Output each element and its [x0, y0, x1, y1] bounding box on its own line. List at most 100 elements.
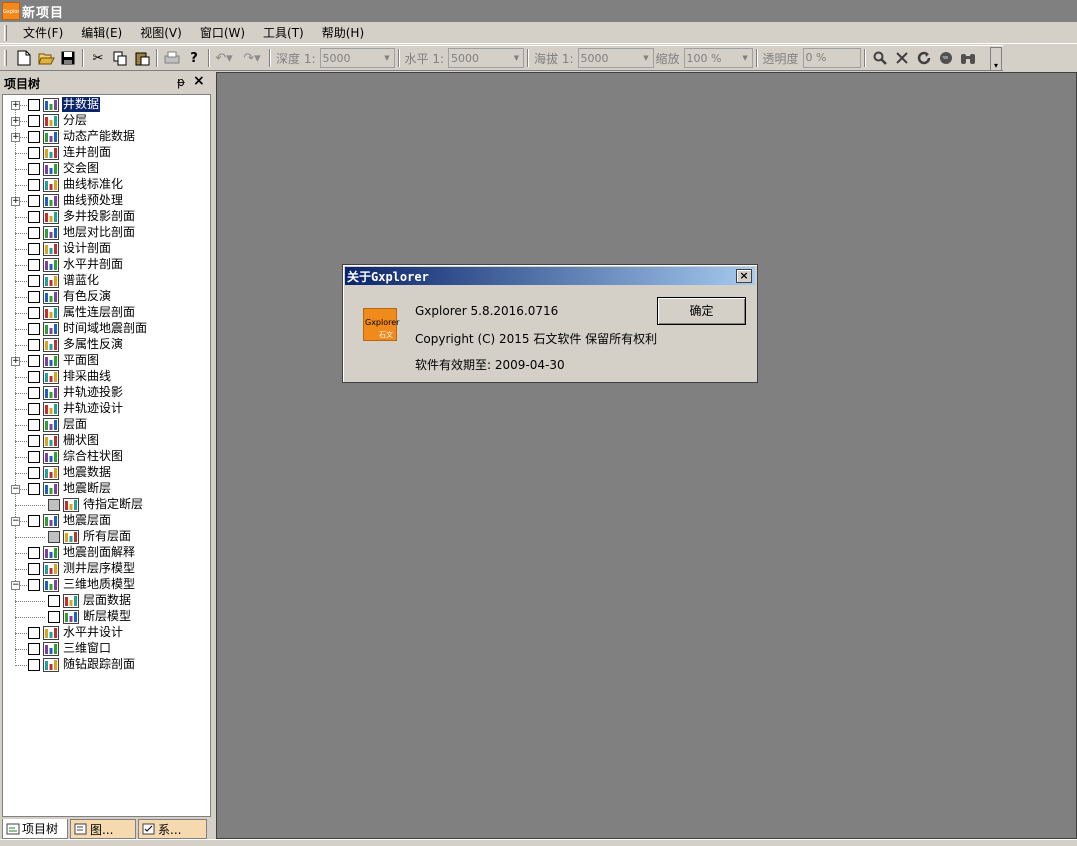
redo-icon[interactable]: ↷▾ [241, 47, 263, 69]
tree-checkbox[interactable] [28, 243, 40, 255]
menu-window[interactable]: 窗口(W) [190, 23, 253, 43]
tab-system[interactable]: 系... [138, 819, 207, 839]
tree-node[interactable]: 排采曲线 [3, 369, 208, 385]
tree-node[interactable]: 地层对比剖面 [3, 225, 208, 241]
tree-checkbox[interactable] [28, 467, 40, 479]
tree-checkbox[interactable] [28, 275, 40, 287]
tree-checkbox[interactable] [28, 115, 40, 127]
tree-checkbox[interactable] [28, 371, 40, 383]
tree-node[interactable]: 地震剖面解释 [3, 545, 208, 561]
tree-node[interactable]: + 动态产能数据 [3, 129, 208, 145]
tree-node[interactable]: + 井数据 [3, 97, 208, 113]
tab-graphs[interactable]: 图... [70, 819, 136, 839]
tree-checkbox[interactable] [48, 499, 60, 511]
tree-node[interactable]: 曲线标准化 [3, 177, 208, 193]
tree-node[interactable]: − 三维地质模型 [3, 577, 208, 593]
tree-node[interactable]: 断层模型 [3, 609, 208, 625]
tree-node[interactable]: 综合柱状图 [3, 449, 208, 465]
tree-checkbox[interactable] [48, 595, 60, 607]
globe-icon[interactable] [935, 47, 957, 69]
close-icon[interactable]: × [736, 269, 752, 283]
tree-node[interactable]: 三维窗口 [3, 641, 208, 657]
tree-node[interactable]: 谱蓝化 [3, 273, 208, 289]
paste-icon[interactable] [131, 47, 153, 69]
new-file-icon[interactable] [13, 47, 35, 69]
tree-checkbox[interactable] [28, 99, 40, 111]
tree-node[interactable]: 设计剖面 [3, 241, 208, 257]
tree-checkbox[interactable] [28, 339, 40, 351]
tree-node[interactable]: − 地震层面 [3, 513, 208, 529]
menu-view[interactable]: 视图(V) [130, 23, 190, 43]
tree-checkbox[interactable] [28, 195, 40, 207]
menu-file[interactable]: 文件(F) [13, 23, 71, 43]
tree-checkbox[interactable] [28, 227, 40, 239]
tree-node[interactable]: 时间域地震剖面 [3, 321, 208, 337]
cut-icon[interactable]: ✂ [87, 47, 109, 69]
tree-node[interactable]: − 地震断层 [3, 481, 208, 497]
tab-project-tree[interactable]: 项目树 [2, 819, 68, 839]
copy-icon[interactable] [109, 47, 131, 69]
tree-node[interactable]: 多属性反演 [3, 337, 208, 353]
expand-icon[interactable]: + [11, 197, 20, 206]
tree-node[interactable]: 水平井设计 [3, 625, 208, 641]
chevron-down-icon[interactable]: ▼ [739, 49, 752, 67]
tree-checkbox[interactable] [28, 563, 40, 575]
expand-icon[interactable]: + [11, 101, 20, 110]
tree-node[interactable]: 多井投影剖面 [3, 209, 208, 225]
toolbar-overflow-button[interactable]: ▾ [990, 47, 1002, 71]
chevron-down-icon[interactable]: ▼ [510, 49, 523, 67]
depth-scale-combo[interactable]: 5000 ▼ [319, 48, 395, 68]
tree-node[interactable]: 地震数据 [3, 465, 208, 481]
tree-checkbox[interactable] [28, 435, 40, 447]
tree-node[interactable]: 测井层序模型 [3, 561, 208, 577]
tree-node[interactable]: 随钻跟踪剖面 [3, 657, 208, 673]
tree-checkbox[interactable] [28, 451, 40, 463]
tree-checkbox[interactable] [28, 147, 40, 159]
chevron-down-icon[interactable]: ▼ [381, 49, 394, 67]
close-x-icon[interactable] [891, 47, 913, 69]
search-icon[interactable] [869, 47, 891, 69]
tree-node[interactable]: 层面 [3, 417, 208, 433]
tree-node[interactable]: 所有层面 [3, 529, 208, 545]
opacity-input[interactable]: 0 % [802, 48, 861, 68]
tree-node[interactable]: 属性连层剖面 [3, 305, 208, 321]
tree-checkbox[interactable] [28, 659, 40, 671]
tree-checkbox[interactable] [28, 387, 40, 399]
zoom-combo[interactable]: 100 % ▼ [683, 48, 753, 68]
pin-icon[interactable]: ᵽ [177, 75, 185, 89]
tree-node[interactable]: 水平井剖面 [3, 257, 208, 273]
tree-checkbox[interactable] [28, 515, 40, 527]
ok-button[interactable]: 确定 [657, 297, 746, 325]
horizontal-scale-combo[interactable]: 5000 ▼ [448, 48, 524, 68]
undo-icon[interactable]: ↶▾ [213, 47, 235, 69]
menubar-grip[interactable] [4, 24, 7, 41]
save-icon[interactable] [57, 47, 79, 69]
expand-icon[interactable]: + [11, 357, 20, 366]
tree-checkbox[interactable] [28, 291, 40, 303]
tree-checkbox[interactable] [28, 483, 40, 495]
tree-node[interactable]: 交会图 [3, 161, 208, 177]
tree-checkbox[interactable] [28, 131, 40, 143]
tree-checkbox[interactable] [28, 355, 40, 367]
tree-checkbox[interactable] [28, 579, 40, 591]
tree-checkbox[interactable] [28, 403, 40, 415]
tree-checkbox[interactable] [28, 627, 40, 639]
expand-icon[interactable]: + [11, 117, 20, 126]
print-icon[interactable] [161, 47, 183, 69]
tree-checkbox[interactable] [28, 547, 40, 559]
toolbar-grip[interactable] [4, 50, 7, 66]
open-folder-icon[interactable] [35, 47, 57, 69]
tree-node[interactable]: 层面数据 [3, 593, 208, 609]
tree-node[interactable]: + 曲线预处理 [3, 193, 208, 209]
binoculars-icon[interactable] [957, 47, 979, 69]
tree-checkbox[interactable] [28, 419, 40, 431]
collapse-icon[interactable]: − [11, 485, 20, 494]
tree-checkbox[interactable] [28, 307, 40, 319]
refresh-icon[interactable] [913, 47, 935, 69]
tree-node[interactable]: 有色反演 [3, 289, 208, 305]
close-icon[interactable]: × [193, 73, 205, 89]
tree-node[interactable]: 待指定断层 [3, 497, 208, 513]
collapse-icon[interactable]: − [11, 581, 20, 590]
expand-icon[interactable]: + [11, 133, 20, 142]
chevron-down-icon[interactable]: ▼ [640, 49, 653, 67]
